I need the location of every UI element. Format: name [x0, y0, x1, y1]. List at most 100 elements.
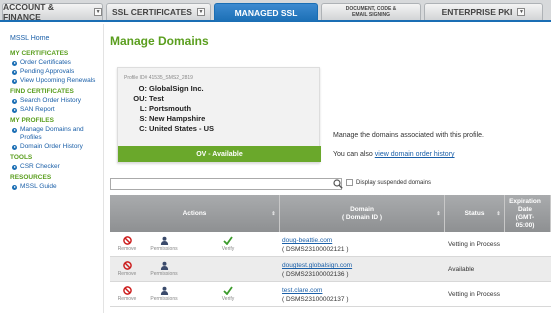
sidebar-heading: TOOLS	[10, 154, 33, 161]
arrow-bullet-icon	[12, 127, 17, 133]
column-expiration[interactable]: Expiration Date (GMT-05:00)	[505, 195, 551, 232]
remove-label: Remove	[117, 271, 137, 277]
column-label: Expiration Date (GMT-05:00)	[509, 197, 541, 229]
arrow-bullet-icon	[12, 164, 17, 170]
arrow-bullet-icon	[12, 78, 17, 84]
domain-link[interactable]: dougtest.globalsign.com	[282, 262, 352, 269]
field-value: United States - US	[149, 124, 215, 133]
checkmark-icon	[223, 286, 233, 295]
sidebar-home-link[interactable]: MSSL Home	[10, 35, 103, 42]
tab-document-code-email-signing[interactable]: DOCUMENT, CODE & EMAIL SIGNING	[321, 3, 421, 20]
column-status[interactable]: Status ⇕	[445, 195, 505, 232]
column-label: Domain	[350, 205, 374, 213]
checkmark-icon	[223, 236, 233, 245]
profile-status-bar: OV - Available	[118, 146, 321, 162]
profile-field-l: L: Portsmouth	[118, 104, 214, 114]
remove-icon	[122, 286, 132, 295]
domain-id: ( DSMS23100002137 )	[282, 296, 349, 303]
remove-button[interactable]: Remove	[113, 286, 141, 302]
tab-managed-ssl[interactable]: MANAGED SSL	[214, 3, 318, 22]
domain-status: Vetting in Process	[448, 241, 501, 248]
arrow-bullet-icon	[12, 98, 17, 104]
magnifier-icon[interactable]	[333, 179, 343, 189]
tab-account-finance[interactable]: ACCOUNT & FINANCE ▼	[2, 2, 103, 22]
page-title: Manage Domains	[110, 34, 209, 48]
user-icon	[160, 261, 168, 270]
tab-label: MANAGED SSL	[234, 8, 298, 18]
arrow-bullet-icon	[12, 184, 17, 190]
field-value: Portsmouth	[149, 104, 192, 113]
field-value: Test	[149, 94, 164, 103]
column-actions[interactable]: Actions ⇕	[110, 195, 280, 232]
sidebar-item-label: Domain Order History	[20, 143, 83, 150]
permissions-button[interactable]: Permissions	[147, 286, 181, 302]
verify-label: Verify	[221, 296, 235, 302]
sidebar-heading: RESOURCES	[10, 174, 52, 181]
column-label: Actions	[182, 209, 207, 217]
field-key: L:	[139, 104, 147, 113]
arrow-bullet-icon	[12, 107, 17, 113]
permissions-label: Permissions	[150, 246, 178, 252]
chevron-down-icon[interactable]: ▼	[94, 8, 102, 16]
remove-button[interactable]: Remove	[113, 261, 141, 277]
remove-icon	[122, 261, 132, 270]
sidebar-heading: MY CERTIFICATES	[10, 50, 69, 57]
profile-field-c: C: United States - US	[118, 124, 214, 134]
sidebar-item-pending-approvals[interactable]: Pending Approvals	[10, 68, 103, 76]
verify-button[interactable]: Verify	[214, 236, 242, 252]
sidebar-item-manage-domains[interactable]: Manage Domains and Profiles	[10, 126, 103, 142]
tab-label: SSL CERTIFICATES	[112, 7, 192, 17]
verify-button[interactable]: Verify	[214, 286, 242, 302]
column-sublabel: ( Domain ID )	[341, 213, 383, 221]
domain-id: ( DSMS23100002121 )	[282, 246, 349, 253]
field-key: O:	[138, 84, 147, 93]
profile-field-ou: OU: Test	[118, 94, 214, 104]
view-domain-order-history-link[interactable]: view domain order history	[375, 151, 455, 158]
field-key: S:	[139, 114, 148, 123]
tab-ssl-certificates[interactable]: SSL CERTIFICATES ▼	[106, 3, 211, 20]
domain-link[interactable]: doug-beattie.com	[282, 237, 332, 244]
remove-button[interactable]: Remove	[113, 236, 141, 252]
sidebar-item-order-certificates[interactable]: Order Certificates	[10, 59, 103, 67]
remove-label: Remove	[117, 246, 137, 252]
sidebar-item-label: SAN Report	[20, 106, 55, 113]
search-input[interactable]	[110, 178, 342, 190]
tab-label: ENTERPRISE PKI	[441, 7, 513, 17]
sidebar-item-upcoming-renewals[interactable]: View Upcoming Renewals	[10, 77, 103, 85]
remove-icon	[122, 236, 132, 245]
column-label: Status	[464, 209, 485, 217]
remove-label: Remove	[117, 296, 137, 302]
domain-link[interactable]: test.clare.com	[282, 287, 322, 294]
sidebar-item-san-report[interactable]: SAN Report	[10, 106, 103, 114]
field-key: OU:	[133, 94, 147, 103]
top-nav-tabs: ACCOUNT & FINANCE ▼ SSL CERTIFICATES ▼ M…	[0, 0, 551, 22]
user-icon	[160, 236, 168, 245]
sidebar-item-label: Order Certificates	[20, 59, 71, 66]
domains-table: Actions ⇕ Domain ( Domain ID ) ⇕ Status …	[110, 195, 551, 307]
permissions-button[interactable]: Permissions	[147, 261, 181, 277]
profile-field-s: S: New Hampshire	[118, 114, 214, 124]
profile-description: Manage the domains associated with this …	[333, 132, 484, 139]
chevron-down-icon[interactable]: ▼	[196, 8, 205, 16]
sidebar-item-label: View Upcoming Renewals	[20, 77, 96, 84]
sidebar-item-label: Search Order History	[20, 97, 82, 104]
display-suspended-checkbox[interactable]	[346, 179, 353, 186]
permissions-label: Permissions	[150, 296, 178, 302]
profile-field-o: O: GlobalSign Inc.	[118, 84, 214, 94]
sidebar-item-csr-checker[interactable]: CSR Checker	[10, 163, 103, 171]
domain-status: Available	[448, 266, 475, 273]
sidebar-item-mssl-guide[interactable]: MSSL Guide	[10, 183, 103, 191]
sidebar-item-domain-order-history[interactable]: Domain Order History	[10, 143, 103, 151]
tab-enterprise-pki[interactable]: ENTERPRISE PKI ▼	[424, 3, 543, 20]
sidebar: MSSL Home MY CERTIFICATES Order Certific…	[0, 24, 104, 313]
profile-card: Profile ID# 41535_SMS2_2819 O: GlobalSign…	[117, 67, 321, 163]
chevron-down-icon[interactable]: ▼	[517, 8, 526, 16]
order-history-text: You can also view domain order history	[333, 151, 455, 158]
sidebar-item-label: Manage Domains and Profiles	[20, 126, 84, 141]
user-icon	[160, 286, 168, 295]
permissions-button[interactable]: Permissions	[147, 236, 181, 252]
field-key: C:	[139, 124, 147, 133]
column-domain[interactable]: Domain ( Domain ID ) ⇕	[280, 195, 445, 232]
sidebar-item-search-order-history[interactable]: Search Order History	[10, 97, 103, 105]
field-value: GlobalSign Inc.	[149, 84, 204, 93]
